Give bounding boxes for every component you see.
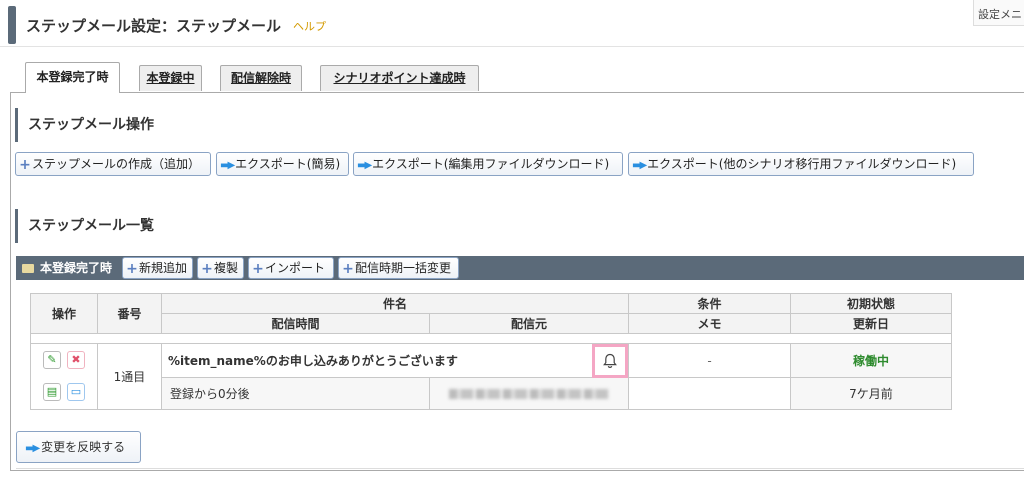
row-number: 1通目 bbox=[97, 343, 162, 410]
col-header-condition: 条件 bbox=[628, 293, 791, 314]
row-subject-cell[interactable]: %item_name%のお申し込みありがとうございます bbox=[161, 343, 629, 378]
plus-icon: + bbox=[201, 261, 213, 277]
col-header-sender: 配信元 bbox=[429, 313, 629, 334]
row-subject: %item_name%のお申し込みありがとうございます bbox=[168, 354, 458, 368]
export-edit-download-button[interactable]: ▬▶ エクスポート(編集用ファイルダウンロード) bbox=[353, 152, 623, 176]
tab-registration-complete[interactable]: 本登録完了時 bbox=[25, 62, 120, 93]
list-heading: ステップメール一覧 bbox=[15, 209, 154, 243]
col-header-ops: 操作 bbox=[30, 293, 98, 334]
export-migration-download-button[interactable]: ▬▶ エクスポート(他のシナリオ移行用ファイルダウンロード) bbox=[628, 152, 974, 176]
plus-icon: + bbox=[126, 261, 138, 277]
list-toolbar-label: 本登録完了時 bbox=[22, 256, 112, 280]
arrow-right-icon: ▬▶ bbox=[357, 160, 372, 171]
operations-heading: ステップメール操作 bbox=[15, 108, 154, 142]
tab-panel bbox=[10, 92, 1024, 471]
plus-icon: + bbox=[342, 261, 354, 277]
copy-document-icon[interactable]: ▤ bbox=[43, 382, 61, 401]
plus-icon: + bbox=[252, 261, 264, 277]
col-header-updated: 更新日 bbox=[790, 313, 952, 334]
settings-menu-button[interactable]: 設定メニ bbox=[973, 0, 1024, 26]
create-stepmail-button[interactable]: +ステップメールの作成（追加） bbox=[15, 152, 211, 176]
col-header-memo: メモ bbox=[628, 313, 791, 334]
plus-icon: + bbox=[19, 157, 31, 173]
apply-changes-button[interactable]: ▬▶ 変更を反映する bbox=[16, 431, 141, 463]
notification-highlight-box[interactable] bbox=[592, 344, 628, 378]
duplicate-button[interactable]: +複製 bbox=[197, 257, 244, 279]
help-link[interactable]: ヘルプ bbox=[293, 18, 326, 34]
header-accent-bar bbox=[8, 6, 16, 44]
bell-icon bbox=[603, 353, 617, 368]
tab-scenario-point[interactable]: シナリオポイント達成時 bbox=[320, 65, 479, 91]
folder-icon bbox=[22, 264, 34, 273]
table-row: ✎ ✖ ▤ ▭ 1通目 %item_name%のお申し込みありがとうございます … bbox=[30, 343, 952, 410]
row-ops-cell: ✎ ✖ ▤ ▭ bbox=[30, 343, 98, 410]
tab-registering[interactable]: 本登録中 bbox=[139, 65, 202, 91]
col-header-subject: 件名 bbox=[161, 293, 629, 314]
row-updated: 7ケ月前 bbox=[790, 377, 952, 410]
arrow-right-icon: ▬▶ bbox=[632, 160, 647, 171]
row-memo bbox=[628, 377, 791, 410]
col-header-number: 番号 bbox=[97, 293, 162, 334]
row-state: 稼働中 bbox=[790, 343, 952, 378]
arrow-right-icon: ▬▶ bbox=[25, 443, 40, 454]
row-sender-blurred bbox=[429, 377, 629, 410]
page-header: ステップメール設定：ステップメール ヘルプ 設定メニ bbox=[0, 0, 1024, 47]
arrow-right-icon: ▬▶ bbox=[220, 160, 235, 171]
stepmail-table: 操作 番号 件名 条件 初期状態 配信時間 配信元 メモ 更新日 ✎ ✖ ▤ ▭… bbox=[30, 293, 952, 410]
edit-pencil-icon[interactable]: ✎ bbox=[43, 350, 61, 369]
tab-unsubscribe[interactable]: 配信解除時 bbox=[220, 65, 302, 91]
preview-monitor-icon[interactable]: ▭ bbox=[67, 382, 85, 401]
delete-x-icon[interactable]: ✖ bbox=[67, 350, 85, 369]
col-header-send-time: 配信時間 bbox=[161, 313, 430, 334]
row-send-time: 登録から0分後 bbox=[161, 377, 430, 410]
new-add-button[interactable]: +新規追加 bbox=[122, 257, 193, 279]
export-simple-button[interactable]: ▬▶ エクスポート(簡易) bbox=[216, 152, 349, 176]
col-header-initial-state: 初期状態 bbox=[790, 293, 952, 314]
bottom-divider bbox=[16, 468, 1024, 469]
bulk-change-schedule-button[interactable]: +配信時期一括変更 bbox=[338, 257, 459, 279]
page-title: ステップメール設定：ステップメール bbox=[26, 17, 282, 35]
import-button[interactable]: +インポート bbox=[248, 257, 334, 279]
row-condition: - bbox=[628, 343, 791, 378]
tab-bar: 本登録完了時 本登録中 配信解除時 シナリオポイント達成時 bbox=[0, 62, 1024, 93]
